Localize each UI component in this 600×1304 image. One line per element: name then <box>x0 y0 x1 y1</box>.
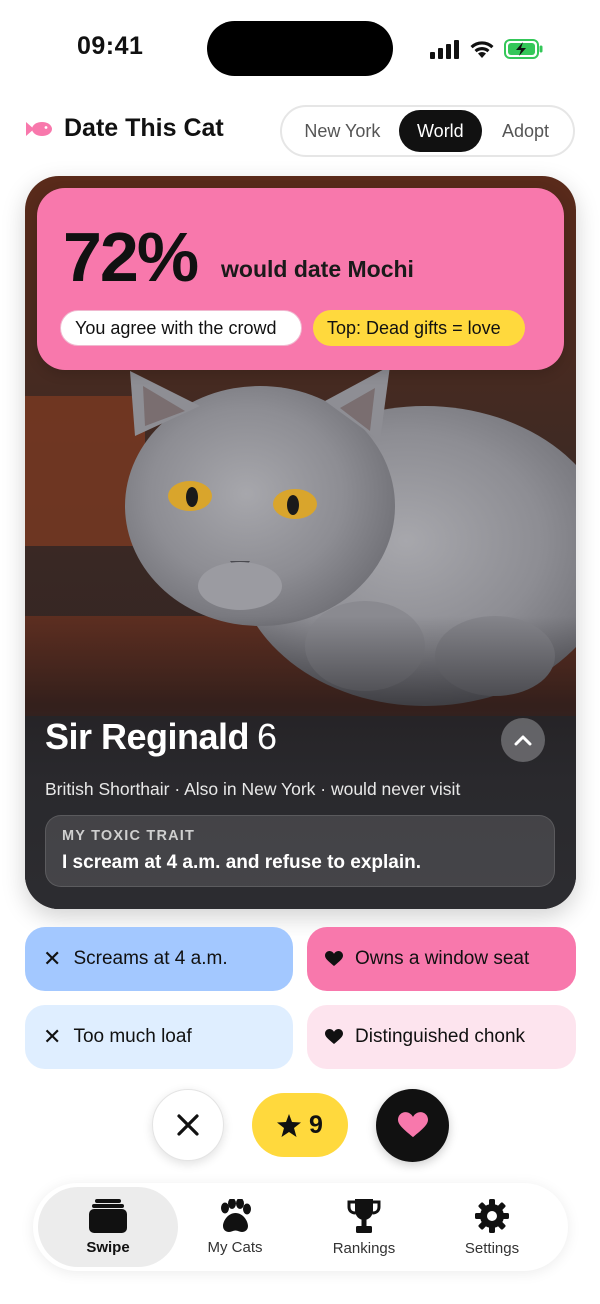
tab-swipe[interactable]: Swipe <box>38 1187 178 1267</box>
expand-profile-button[interactable] <box>501 718 545 762</box>
segment-adopt[interactable]: Adopt <box>482 110 569 152</box>
date-percentage: 72% <box>63 218 199 296</box>
paw-icon <box>221 1198 251 1232</box>
tag-label: Owns a window seat <box>355 948 530 969</box>
toxic-trait-box: MY TOXIC TRAIT I scream at 4 a.m. and re… <box>45 815 555 887</box>
cat-name-text: Sir Reginald <box>45 716 250 757</box>
heart-icon <box>325 1029 343 1044</box>
x-icon: ✕ <box>43 1024 62 1049</box>
tag-screams: ✕ Screams at 4 a.m. <box>25 927 293 991</box>
tab-rankings[interactable]: Rankings <box>299 1187 429 1267</box>
toxic-trait-text: I scream at 4 a.m. and refuse to explain… <box>62 852 422 873</box>
segment-new-york[interactable]: New York <box>286 110 399 152</box>
crowd-stat-panel: 72% would date Mochi You agree with the … <box>37 188 564 370</box>
close-icon <box>177 1114 199 1136</box>
segment-world[interactable]: World <box>398 110 482 152</box>
tag-label: Too much loaf <box>73 1026 192 1047</box>
region-segmented-control: New York World Adopt <box>280 105 575 157</box>
cards-icon <box>89 1198 127 1233</box>
date-percentage-label: would date Mochi <box>221 256 414 282</box>
status-time: 09:41 <box>77 32 144 60</box>
nope-button[interactable] <box>152 1089 224 1161</box>
status-bar: 09:41 <box>0 0 600 100</box>
app-header: Date This Cat New York World Adopt <box>0 100 600 162</box>
x-icon: ✕ <box>43 946 62 971</box>
cat-age: 6 <box>257 716 277 757</box>
fish-logo-icon <box>26 121 52 136</box>
tab-my-cats[interactable]: My Cats <box>170 1187 300 1267</box>
star-icon <box>277 1113 302 1137</box>
cellular-signal-icon <box>430 40 459 59</box>
agree-pill: You agree with the crowd <box>60 310 302 346</box>
tab-settings[interactable]: Settings <box>427 1187 557 1267</box>
heart-icon <box>325 951 343 966</box>
tab-bar: Swipe My Cats Rankings Settings <box>33 1183 568 1271</box>
tab-label: Swipe <box>86 1238 130 1256</box>
wifi-icon <box>470 41 494 58</box>
superlike-button[interactable]: 9 <box>252 1093 348 1157</box>
app-title: Date This Cat <box>64 114 224 142</box>
tab-label: My Cats <box>207 1238 263 1256</box>
brand: Date This Cat <box>26 114 224 143</box>
tag-label: Screams at 4 a.m. <box>73 948 228 969</box>
tab-label: Settings <box>464 1239 520 1257</box>
like-button[interactable] <box>376 1089 449 1162</box>
dynamic-island <box>207 21 393 76</box>
tag-window-seat: Owns a window seat <box>307 927 576 991</box>
top-reason-pill: Top: Dead gifts = love <box>313 310 525 346</box>
trophy-icon <box>347 1198 381 1233</box>
tag-too-much-loaf: ✕ Too much loaf <box>25 1005 293 1069</box>
tag-label: Distinguished chonk <box>355 1026 526 1047</box>
cat-name: Sir Reginald 6 <box>45 716 277 758</box>
cat-profile-card[interactable]: 72% would date Mochi You agree with the … <box>25 176 576 909</box>
cat-meta: British Shorthair · Also in New York · w… <box>45 779 461 799</box>
tag-distinguished-chonk: Distinguished chonk <box>307 1005 576 1069</box>
gear-icon <box>475 1198 509 1233</box>
battery-charging-icon <box>504 39 543 59</box>
tab-label: Rankings <box>332 1239 396 1257</box>
toxic-trait-label: MY TOXIC TRAIT <box>62 828 196 844</box>
status-icons <box>430 36 544 62</box>
superlike-count: 9 <box>309 1110 323 1139</box>
heart-icon <box>397 1112 428 1138</box>
chevron-up-icon <box>514 735 532 746</box>
